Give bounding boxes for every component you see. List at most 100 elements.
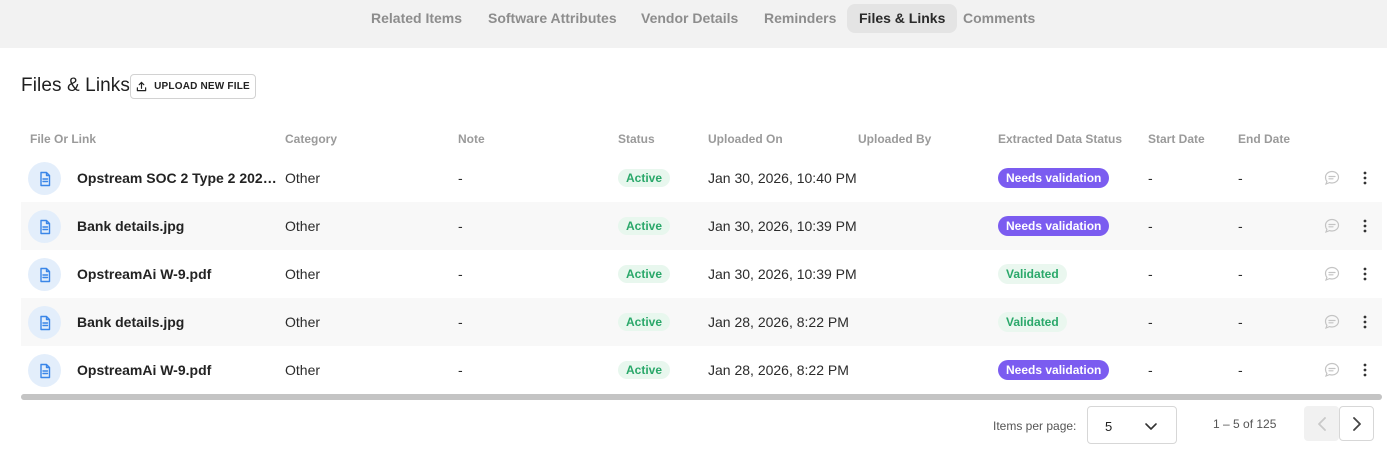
status-badge: Active <box>618 265 671 283</box>
uploaded-on-cell: Jan 28, 2026, 8:22 PM <box>708 361 849 378</box>
category-cell: Other <box>285 218 321 234</box>
column-header-status: Status <box>618 132 655 146</box>
chevron-right-icon <box>1352 416 1361 431</box>
file-document-icon <box>28 306 61 339</box>
extracted-status-cell: Needs validation <box>998 202 1110 250</box>
start-date-cell: - <box>1148 314 1153 330</box>
file-name-link[interactable]: Opstream SOC 2 Type 2 2025… <box>77 154 277 202</box>
comment-icon[interactable] <box>1322 250 1342 298</box>
uploaded-on-cell: Jan 28, 2026, 8:22 PM <box>708 313 849 330</box>
more-vertical-icon[interactable] <box>1357 346 1373 394</box>
note-cell: - <box>458 266 463 282</box>
tab-reminders[interactable]: Reminders <box>752 4 848 33</box>
tab-software-attributes[interactable]: Software Attributes <box>476 4 629 33</box>
table-row[interactable]: Bank details.jpg Other - Active Jan 28, … <box>21 298 1382 346</box>
table-row[interactable]: Opstream SOC 2 Type 2 2025… Other - Acti… <box>21 154 1382 202</box>
status-cell: Active <box>618 250 671 298</box>
file-document-icon <box>28 162 61 195</box>
extracted-status-badge: Needs validation <box>998 216 1110 236</box>
start-date-cell: - <box>1148 218 1153 234</box>
table-row[interactable]: OpstreamAi W-9.pdf Other - Active Jan 30… <box>21 250 1382 298</box>
category-cell: Other <box>285 362 321 378</box>
more-vertical-icon[interactable] <box>1357 250 1373 298</box>
status-cell: Active <box>618 154 671 202</box>
comment-icon[interactable] <box>1322 154 1342 202</box>
file-name-link[interactable]: OpstreamAi W-9.pdf <box>77 250 277 298</box>
status-badge: Active <box>618 361 671 379</box>
column-header-uploaded-by: Uploaded By <box>858 132 932 146</box>
status-cell: Active <box>618 298 671 346</box>
uploaded-on-cell: Jan 30, 2026, 10:40 PM <box>708 169 857 186</box>
table-row[interactable]: OpstreamAi W-9.pdf Other - Active Jan 28… <box>21 346 1382 394</box>
status-badge: Active <box>618 217 671 235</box>
end-date-cell: - <box>1238 266 1243 282</box>
status-badge: Active <box>618 169 671 187</box>
tab-files-links[interactable]: Files & Links <box>847 4 958 33</box>
comment-icon[interactable] <box>1322 298 1342 346</box>
horizontal-scrollbar[interactable] <box>21 394 1382 400</box>
column-header-start-date: Start Date <box>1148 132 1205 146</box>
upload-icon <box>136 81 147 92</box>
extracted-status-cell: Validated <box>998 298 1067 346</box>
column-header-category: Category <box>285 132 338 146</box>
file-name-link[interactable]: OpstreamAi W-9.pdf <box>77 346 277 394</box>
extracted-status-badge: Needs validation <box>998 168 1110 188</box>
upload-new-file-button[interactable]: UPLOAD NEW FILE <box>130 74 256 99</box>
scrollbar-thumb[interactable] <box>21 394 1382 400</box>
category-cell: Other <box>285 266 321 282</box>
column-header-extracted-status: Extracted Data Status <box>998 132 1123 146</box>
column-header-note: Note <box>458 132 485 146</box>
extracted-status-cell: Validated <box>998 250 1067 298</box>
status-badge: Active <box>618 313 671 331</box>
comment-icon[interactable] <box>1322 346 1342 394</box>
tab-comments[interactable]: Comments <box>951 4 1047 33</box>
chevron-down-icon <box>1145 423 1157 430</box>
extracted-status-cell: Needs validation <box>998 154 1110 202</box>
file-document-icon <box>28 258 61 291</box>
end-date-cell: - <box>1238 314 1243 330</box>
items-per-page-value: 5 <box>1105 419 1113 434</box>
column-header-file: File Or Link <box>30 132 97 146</box>
end-date-cell: - <box>1238 218 1243 234</box>
status-cell: Active <box>618 202 671 250</box>
note-cell: - <box>458 218 463 234</box>
start-date-cell: - <box>1148 170 1153 186</box>
extracted-status-badge: Validated <box>998 264 1067 284</box>
note-cell: - <box>458 170 463 186</box>
column-header-uploaded-on: Uploaded On <box>708 132 783 146</box>
file-document-icon <box>28 210 61 243</box>
file-name-link[interactable]: Bank details.jpg <box>77 298 277 346</box>
end-date-cell: - <box>1238 170 1243 186</box>
tab-vendor-details[interactable]: Vendor Details <box>629 4 750 33</box>
status-cell: Active <box>618 346 671 394</box>
next-page-button[interactable] <box>1339 406 1374 441</box>
tab-bar: Related Items Software Attributes Vendor… <box>0 0 1387 48</box>
start-date-cell: - <box>1148 362 1153 378</box>
section-title: Files & Links <box>21 75 131 96</box>
more-vertical-icon[interactable] <box>1357 298 1373 346</box>
previous-page-button[interactable] <box>1304 406 1339 441</box>
column-header-end-date: End Date <box>1238 132 1291 146</box>
chevron-left-icon <box>1317 416 1326 431</box>
upload-button-label: UPLOAD NEW FILE <box>154 81 250 92</box>
end-date-cell: - <box>1238 362 1243 378</box>
pagination-range: 1 – 5 of 125 <box>1213 417 1277 431</box>
tab-related-items[interactable]: Related Items <box>359 4 474 33</box>
extracted-status-cell: Needs validation <box>998 346 1110 394</box>
extracted-status-badge: Needs validation <box>998 360 1110 380</box>
items-per-page-select[interactable]: 5 <box>1087 406 1177 444</box>
category-cell: Other <box>285 314 321 330</box>
more-vertical-icon[interactable] <box>1357 202 1373 250</box>
note-cell: - <box>458 362 463 378</box>
extracted-status-badge: Validated <box>998 312 1067 332</box>
note-cell: - <box>458 314 463 330</box>
uploaded-on-cell: Jan 30, 2026, 10:39 PM <box>708 217 857 234</box>
uploaded-on-cell: Jan 30, 2026, 10:39 PM <box>708 265 857 282</box>
items-per-page-label: Items per page: <box>993 419 1077 433</box>
comment-icon[interactable] <box>1322 202 1342 250</box>
table-row[interactable]: Bank details.jpg Other - Active Jan 30, … <box>21 202 1382 250</box>
file-name-link[interactable]: Bank details.jpg <box>77 202 277 250</box>
file-document-icon <box>28 354 61 387</box>
category-cell: Other <box>285 170 321 186</box>
more-vertical-icon[interactable] <box>1357 154 1373 202</box>
